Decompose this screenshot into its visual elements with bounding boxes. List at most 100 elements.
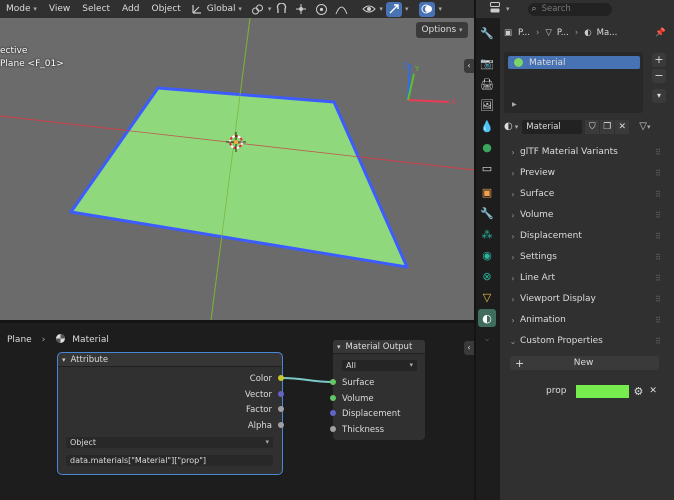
volume-input-socket[interactable] (330, 395, 336, 401)
material-output-header[interactable]: ▾ Material Output (333, 340, 425, 354)
drag-handle-icon[interactable]: ⠿ (655, 211, 661, 220)
overlays-icon[interactable] (419, 1, 436, 17)
drag-handle-icon[interactable]: ⠿ (655, 274, 661, 283)
factor-output-socket[interactable] (278, 406, 284, 412)
visibility-icon[interactable] (362, 2, 377, 16)
chevron-down-icon[interactable]: ▾ (405, 5, 409, 13)
menu-select[interactable]: Select (76, 0, 116, 18)
surface-input-socket[interactable] (330, 379, 336, 385)
collection-tab-icon[interactable]: ▭ (478, 159, 496, 177)
transform-orientation-dropdown[interactable]: Global ▾ (207, 0, 248, 18)
render-tab-icon[interactable]: 📷 (478, 54, 496, 72)
mode-menu[interactable]: Mode ▾ (0, 0, 43, 18)
duplicate-icon[interactable]: ❐ (600, 119, 615, 134)
panel-gltf-material-variants[interactable]: › glTF Material Variants ⠿ (506, 143, 661, 161)
viewport-scene[interactable]: X Z Y (0, 18, 474, 320)
chevron-down-icon[interactable]: ▾ (506, 5, 510, 13)
remove-property-close-icon[interactable]: ✕ (649, 386, 657, 396)
scene-tab-icon[interactable]: 💧 (478, 117, 496, 135)
panel-preview[interactable]: › Preview ⠿ (506, 164, 661, 182)
panel-label: Displacement (520, 231, 582, 241)
attribute-name-field[interactable]: data.materials["Material"]["prop"] (66, 455, 273, 466)
material-name-field[interactable]: Material (522, 119, 583, 134)
input-displacement-label: Displacement (342, 409, 401, 419)
menu-object[interactable]: Object (145, 0, 186, 18)
custom-property-row: prop ⚙ ✕ (546, 384, 666, 398)
modifier-tab-icon[interactable]: 🔧 (478, 204, 496, 222)
menu-view[interactable]: View (43, 0, 76, 18)
attribute-node-header[interactable]: ▾ Attribute (58, 353, 282, 367)
editor-type-icon[interactable] (490, 2, 504, 16)
drag-handle-icon[interactable]: ⠿ (655, 169, 661, 178)
link-mode-icon[interactable]: ▽ (639, 121, 647, 132)
chevron-down-icon[interactable]: ▾ (268, 5, 272, 13)
expand-arrow-icon[interactable]: ▶ (512, 101, 517, 108)
panel-displacement[interactable]: › Displacement ⠿ (506, 227, 661, 245)
material-tab-icon[interactable]: ◐ (478, 309, 496, 327)
color-output-socket[interactable] (278, 375, 284, 381)
object-tab-icon[interactable]: ▣ (478, 183, 496, 201)
vector-output-socket[interactable] (278, 391, 284, 397)
collapse-arrow-icon[interactable]: ▾ (337, 343, 341, 351)
viewport-3d[interactable]: X Z Y ective Plane <F_01> ‹ (0, 18, 474, 320)
panel-custom-properties[interactable]: ⌄ Custom Properties ⠿ (506, 332, 661, 350)
options-dropdown[interactable]: Options ▾ (416, 22, 468, 38)
material-browse-icon[interactable]: ◐ (504, 121, 513, 132)
drag-handle-icon[interactable]: ⠿ (655, 232, 661, 241)
tool-tab-icon[interactable]: 🔧 (478, 24, 496, 42)
sidebar-toggle-icon[interactable]: ‹ (464, 59, 474, 73)
physics-tab-icon[interactable]: ◉ (478, 246, 496, 264)
drag-handle-icon[interactable]: ⠿ (655, 190, 661, 199)
panel-settings[interactable]: › Settings ⠿ (506, 248, 661, 266)
search-input[interactable]: ⌕ Search (527, 2, 612, 16)
slot-menu-chevron-down-icon[interactable]: ▾ (652, 89, 666, 103)
chevron-down-icon[interactable]: ▾ (647, 123, 651, 131)
snap-target-icon[interactable] (294, 2, 308, 16)
texture-tab-icon[interactable]: ⌄ (478, 330, 496, 348)
particles-tab-icon[interactable]: ⁂ (478, 225, 496, 243)
input-surface-label: Surface (342, 378, 375, 388)
drag-handle-icon[interactable]: ⠿ (655, 148, 661, 157)
attribute-node[interactable]: ▾ Attribute Color Vector Factor Alpha Ob… (57, 352, 284, 475)
output-tab-icon[interactable]: 🖨 (478, 75, 496, 93)
world-tab-icon[interactable]: ● (478, 138, 496, 156)
panel-line-art[interactable]: › Line Art ⠿ (506, 269, 661, 287)
attribute-type-dropdown[interactable]: Object ▾ (66, 437, 273, 448)
chevron-down-icon[interactable]: ▾ (379, 5, 383, 13)
add-slot-button[interactable]: + (652, 53, 666, 67)
new-property-button[interactable]: + New (510, 356, 659, 370)
drag-handle-icon[interactable]: ⠿ (655, 316, 661, 325)
view-layer-tab-icon[interactable]: 🖼 (478, 96, 496, 114)
panel-surface[interactable]: › Surface ⠿ (506, 185, 661, 203)
drag-handle-icon[interactable]: ⠿ (655, 337, 661, 346)
pivot-icon[interactable] (251, 2, 265, 16)
data-tab-icon[interactable]: ▽ (478, 288, 496, 306)
panel-animation[interactable]: › Animation ⠿ (506, 311, 661, 329)
gear-icon[interactable]: ⚙ (633, 385, 643, 398)
menu-add[interactable]: Add (116, 0, 145, 18)
output-target-value: All (346, 361, 356, 370)
collapse-arrow-icon[interactable]: ▾ (62, 356, 66, 364)
unlink-close-icon[interactable]: ✕ (615, 119, 630, 134)
fake-user-shield-icon[interactable]: ⛉ (585, 119, 600, 134)
thickness-input-socket[interactable] (330, 426, 336, 432)
panel-viewport-display[interactable]: › Viewport Display ⠿ (506, 290, 661, 308)
alpha-output-socket[interactable] (278, 422, 284, 428)
gizmo-toggle-icon[interactable] (385, 1, 402, 17)
constraints-tab-icon[interactable]: ⊗ (478, 267, 496, 285)
material-output-node[interactable]: ▾ Material Output All ▾ Surface Volume D… (330, 340, 425, 440)
chevron-down-icon[interactable]: ▾ (515, 123, 519, 131)
drag-handle-icon[interactable]: ⠿ (655, 295, 661, 304)
snap-icon[interactable] (274, 2, 288, 16)
pin-icon[interactable]: 📌 (655, 28, 666, 38)
custom-property-color-swatch[interactable] (576, 384, 630, 398)
remove-slot-button[interactable]: − (652, 69, 666, 83)
displacement-input-socket[interactable] (330, 410, 336, 416)
output-target-dropdown[interactable]: All ▾ (342, 360, 417, 371)
panel-volume[interactable]: › Volume ⠿ (506, 206, 661, 224)
proportional-editing-icon[interactable] (314, 2, 328, 16)
drag-handle-icon[interactable]: ⠿ (655, 253, 661, 262)
chevron-down-icon[interactable]: ▾ (438, 5, 442, 13)
material-slot-item[interactable]: Material (508, 56, 640, 69)
proportional-falloff-icon[interactable] (334, 2, 348, 16)
